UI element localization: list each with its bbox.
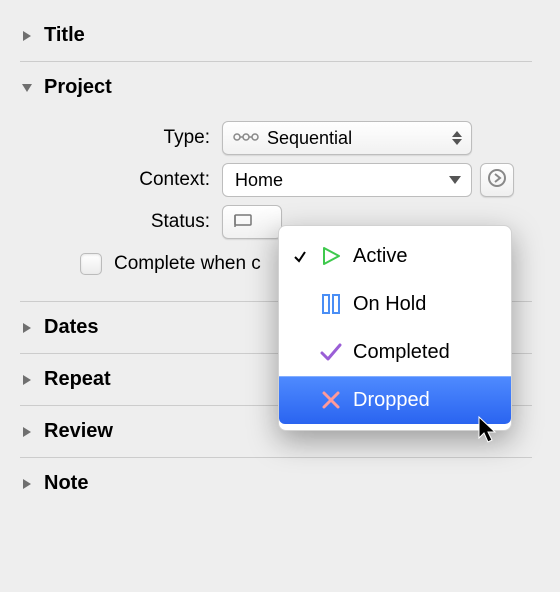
status-label: Status:	[20, 211, 222, 233]
menu-item-label: Completed	[349, 341, 450, 364]
play-icon	[313, 245, 349, 267]
row-type: Type: Sequential	[20, 121, 532, 155]
section-header-title[interactable]: Title	[20, 14, 532, 57]
status-menu-item-onhold[interactable]: On Hold	[279, 280, 511, 328]
menu-item-label: Active	[349, 245, 407, 268]
section-repeat-label: Repeat	[44, 368, 111, 391]
cursor-icon	[478, 416, 500, 449]
context-value: Home	[235, 170, 283, 191]
section-header-project[interactable]: Project	[20, 66, 532, 109]
type-label: Type:	[20, 127, 222, 149]
section-project-label: Project	[44, 76, 112, 99]
disclosure-right-icon	[20, 29, 34, 43]
arrow-right-circle-icon	[487, 168, 507, 193]
disclosure-right-icon	[20, 321, 34, 335]
section-dates-label: Dates	[44, 316, 98, 339]
context-combobox[interactable]: Home	[222, 163, 472, 197]
sequential-icon	[233, 128, 259, 149]
chevron-down-icon	[445, 170, 465, 190]
disclosure-down-icon	[20, 81, 34, 95]
status-select[interactable]	[222, 205, 282, 239]
complete-checkbox-label: Complete when c	[114, 253, 261, 275]
disclosure-right-icon	[20, 477, 34, 491]
section-review-label: Review	[44, 420, 113, 443]
disclosure-right-icon	[20, 373, 34, 387]
menu-item-label: Dropped	[349, 389, 430, 412]
disclosure-right-icon	[20, 425, 34, 439]
check-icon	[313, 341, 349, 363]
complete-checkbox[interactable]	[80, 253, 102, 275]
cross-icon	[313, 389, 349, 411]
flag-icon	[233, 212, 255, 233]
section-header-note[interactable]: Note	[20, 462, 532, 505]
type-select[interactable]: Sequential	[222, 121, 472, 155]
status-menu: Active On Hold Completed Dropped	[278, 225, 512, 431]
goto-context-button[interactable]	[480, 163, 514, 197]
status-menu-item-completed[interactable]: Completed	[279, 328, 511, 376]
status-menu-item-active[interactable]: Active	[279, 232, 511, 280]
divider	[20, 457, 532, 458]
section-title-label: Title	[44, 24, 85, 47]
type-value: Sequential	[267, 128, 352, 149]
context-label: Context:	[20, 169, 222, 191]
pause-icon	[313, 293, 349, 315]
menu-item-label: On Hold	[349, 293, 426, 316]
divider	[20, 61, 532, 62]
section-note-label: Note	[44, 472, 88, 495]
status-menu-item-dropped[interactable]: Dropped	[279, 376, 511, 424]
stepper-icon	[451, 127, 463, 149]
row-context: Context: Home	[20, 163, 532, 197]
checkmark-icon	[287, 249, 313, 263]
